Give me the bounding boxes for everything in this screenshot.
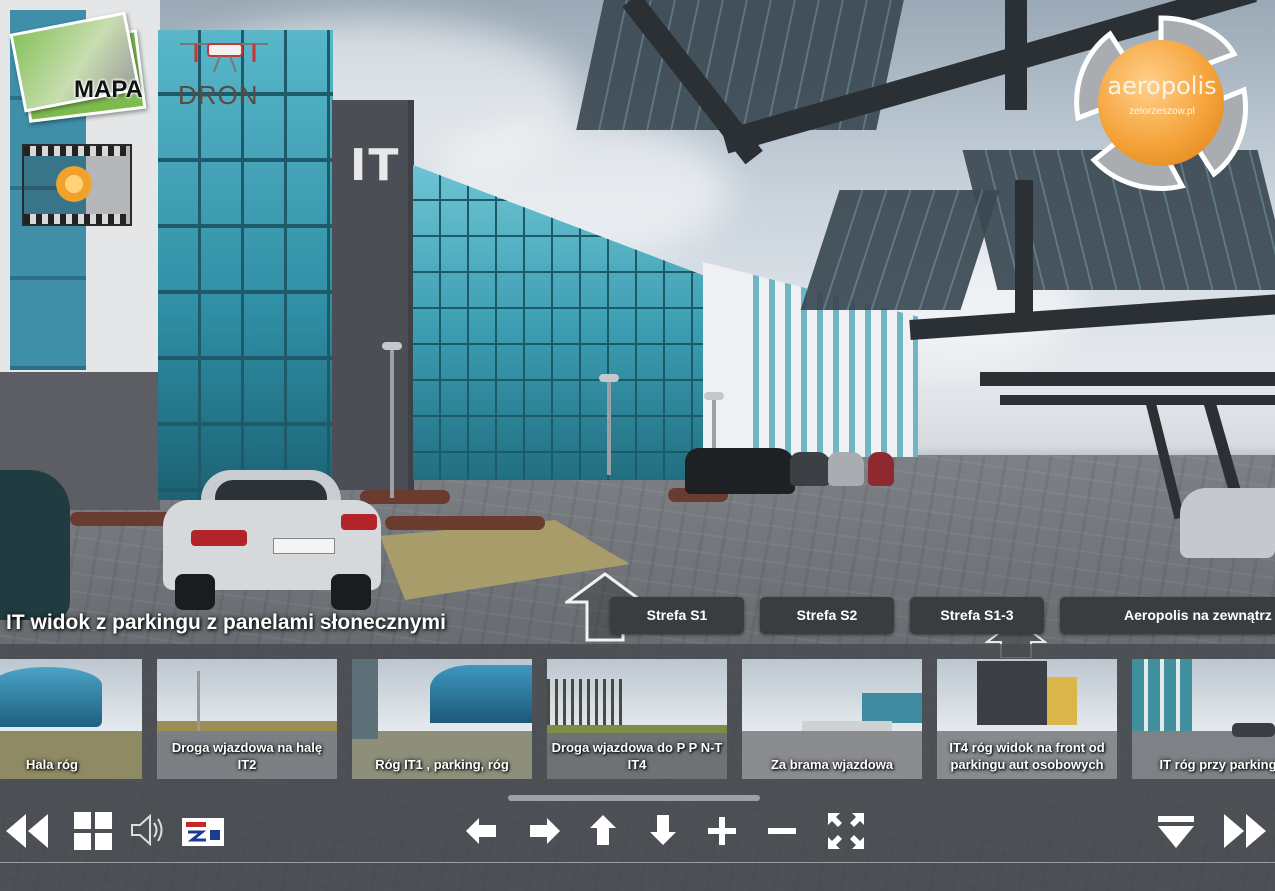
thumbnail-rog-it1[interactable]: Róg IT1 , parking, róg [352, 659, 532, 779]
car-green-parked [0, 470, 70, 620]
thumbnail-za-brama[interactable]: Za brama wjazdowa [742, 659, 922, 779]
grid-icon [74, 812, 112, 850]
thumbnail-droga-wjazdowa-hala[interactable]: Droga wjazdowa na halę IT2 [157, 659, 337, 779]
thumbnail-label: Droga wjazdowa na halę IT2 [171, 740, 323, 772]
sound-button[interactable] [130, 814, 166, 846]
rewind-button[interactable] [4, 812, 50, 850]
shrub-bed [385, 516, 545, 530]
thumbnail-strip: Hala róg Droga wjazdowa na halę IT2 Róg … [0, 659, 1275, 781]
arrow-down-icon [650, 815, 676, 845]
car-parked [868, 452, 894, 486]
thumbnail-label: Hala róg [25, 757, 78, 772]
pan-left-button[interactable] [466, 818, 496, 844]
zeto-logo [182, 818, 224, 846]
zoom-in-button[interactable] [708, 817, 736, 845]
thumbnail-scrollbar[interactable] [508, 795, 760, 801]
fast-forward-button[interactable] [1222, 812, 1268, 850]
it-sign: IT [350, 140, 401, 191]
thumbnails-toggle-button[interactable] [74, 812, 112, 850]
aeropolis-logo[interactable]: aeropolis zetorzeszow.pl [1072, 14, 1250, 192]
car-dark-suv [685, 448, 795, 494]
thumbnail-label: Róg IT1 , parking, róg [375, 757, 509, 772]
rewind-icon [6, 814, 48, 848]
car-parked [828, 452, 864, 486]
thumbnail-label: IT róg przy parkingu [1159, 757, 1275, 772]
pan-down-button[interactable] [650, 815, 676, 845]
fast-forward-icon [1224, 814, 1266, 848]
thumbnail-it4-rog[interactable]: IT4 róg widok na front od parkingu aut o… [937, 659, 1117, 779]
thumbnail-label: Za brama wjazdowa [770, 757, 894, 772]
street-lamp [382, 342, 402, 498]
car-silver-right [1180, 488, 1275, 558]
thumbnail-it-rog-parking[interactable]: IT róg przy parkingu [1132, 659, 1275, 779]
film-sun-icon [56, 166, 92, 202]
hotspot-aeropolis-outside[interactable]: Aeropolis na zewnątrz [1060, 597, 1275, 634]
zoom-in-icon [708, 817, 736, 845]
hotspot-strefa-s1-3[interactable]: Strefa S1-3 [910, 597, 1044, 634]
fullscreen-icon [828, 813, 864, 849]
thumbnail-label: IT4 róg widok na front od parkingu aut o… [949, 740, 1105, 772]
bottom-toolbar: Hala róg Droga wjazdowa na halę IT2 Róg … [0, 644, 1275, 891]
scene-title: IT widok z parkingu z panelami słoneczny… [6, 611, 446, 634]
arrow-left-icon [466, 818, 496, 844]
hide-toolbar-button[interactable] [1158, 816, 1194, 848]
car-white-sedan [163, 470, 381, 610]
zeto-logo-button[interactable] [182, 818, 224, 846]
toolbar-divider [0, 862, 1275, 863]
logo-subtitle: zetorzeszow.pl [1129, 106, 1195, 117]
map-label: MAPA [74, 76, 143, 103]
arrow-right-icon [530, 818, 560, 844]
thumbnail-droga-pp-nt-it4[interactable]: Droga wjazdowa do P P N-T IT4 [547, 659, 727, 779]
logo-name: aeropolis [1107, 72, 1217, 100]
thumbnail-label: Droga wjazdowa do P P N-T IT4 [551, 740, 723, 772]
hotspot-strefa-s1[interactable]: Strefa S1 [610, 597, 744, 634]
arrow-up-icon [590, 815, 616, 845]
thumbnail-hala-rog[interactable]: Hala róg [0, 659, 142, 779]
speaker-icon [131, 814, 163, 846]
drone-label: DRON [178, 80, 259, 110]
fullscreen-button[interactable] [828, 813, 864, 849]
hotspot-strefa-s2[interactable]: Strefa S2 [760, 597, 894, 634]
drone-icon [180, 43, 268, 73]
car-parked [790, 452, 830, 486]
zoom-out-button[interactable] [768, 817, 796, 845]
drone-button[interactable]: DRON [170, 30, 280, 112]
hide-bar-icon [1158, 816, 1194, 848]
video-button[interactable] [22, 144, 132, 226]
zoom-out-icon [768, 828, 796, 834]
pan-right-button[interactable] [530, 818, 560, 844]
map-button[interactable]: MAPA [9, 11, 160, 124]
pan-up-button[interactable] [590, 815, 616, 845]
